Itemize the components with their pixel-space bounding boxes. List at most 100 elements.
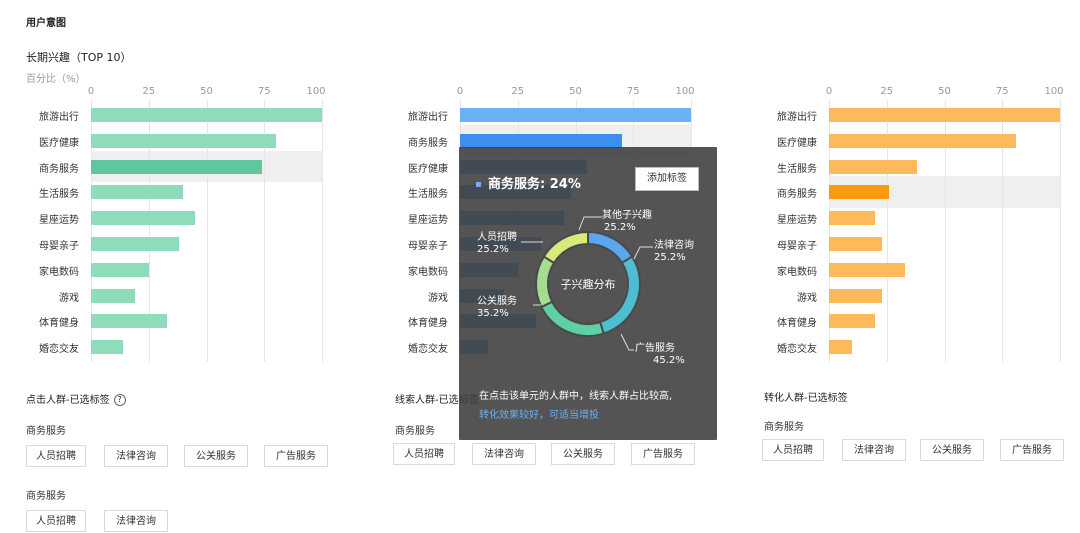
bar[interactable] <box>460 133 622 148</box>
category-label: 家电数码 <box>39 266 79 278</box>
bar[interactable] <box>91 159 262 174</box>
bar[interactable] <box>460 107 691 122</box>
interest-tooltip: 商务服务: 24% 添加标签 子兴趣分布 其他子兴趣 25.2% 法律咨询 25.2… <box>459 147 717 440</box>
tooltip-desc-2: 转化效果较好，可适当增投 <box>479 410 599 421</box>
bar[interactable] <box>91 236 179 251</box>
category-label: 商务服务 <box>39 163 79 175</box>
category-label: 体育健身 <box>408 318 448 330</box>
help-icon[interactable]: ? <box>113 394 126 406</box>
donut-label-ad-name: 广告服务 <box>635 343 675 354</box>
bar[interactable] <box>829 159 917 174</box>
lead-tag-recruit[interactable]: 人员招聘 <box>393 443 455 465</box>
convert-group-label: 商务服务 <box>764 422 804 433</box>
gridline <box>322 100 323 362</box>
category-label: 医疗健康 <box>39 137 79 149</box>
donut-label-other-pct: 25.2% <box>604 222 636 233</box>
bar[interactable] <box>829 236 883 251</box>
donut-slice[interactable] <box>540 300 605 337</box>
donut-label-legal: 法律咨询 25.2% <box>654 240 694 264</box>
category-label: 生活服务 <box>777 163 817 175</box>
donut-leader-line <box>633 246 653 260</box>
chart-unit-label: 百分比（%） <box>26 74 86 85</box>
bar[interactable] <box>91 262 149 277</box>
bar[interactable] <box>91 185 184 200</box>
category-label: 旅游出行 <box>39 111 79 123</box>
bar[interactable] <box>829 288 883 303</box>
click-tag-legal-2[interactable]: 法律咨询 <box>104 510 168 532</box>
x-tick-label: 75 <box>626 86 640 97</box>
convert-tag-ad[interactable]: 广告服务 <box>1000 439 1064 461</box>
bar[interactable] <box>91 133 276 148</box>
x-tick-label: 100 <box>1044 86 1064 97</box>
bar[interactable] <box>829 185 890 200</box>
click-tag-legal[interactable]: 法律咨询 <box>104 445 168 467</box>
x-tick-label: 75 <box>257 86 271 97</box>
x-tick-label: 100 <box>675 86 695 97</box>
donut-label-other: 其他子兴趣 25.2% <box>602 210 652 234</box>
lead-tag-legal[interactable]: 法律咨询 <box>472 443 536 465</box>
chart-subtitle: 长期兴趣（TOP 10） <box>26 51 132 64</box>
bar[interactable] <box>91 340 124 355</box>
donut-slice[interactable] <box>598 255 641 335</box>
donut-slice[interactable] <box>542 230 589 265</box>
donut-slice[interactable] <box>587 230 634 265</box>
bar[interactable] <box>829 340 853 355</box>
click-tag-recruit[interactable]: 人员招聘 <box>26 445 86 467</box>
x-tick-label: 50 <box>200 86 213 97</box>
donut-label-recruit-pct: 25.2% <box>477 244 509 255</box>
donut-slice[interactable] <box>535 255 556 309</box>
click-tag-pr[interactable]: 公关服务 <box>184 445 248 467</box>
x-tick-label: 0 <box>456 86 464 97</box>
category-label: 婚恋交友 <box>39 344 79 356</box>
bar[interactable] <box>91 314 168 329</box>
bar[interactable] <box>829 314 876 329</box>
lead-group-label: 商务服务 <box>395 426 435 437</box>
category-label: 游戏 <box>797 292 817 304</box>
category-label: 医疗健康 <box>777 137 817 149</box>
x-tick-label: 25 <box>142 86 156 97</box>
bar[interactable] <box>91 211 195 226</box>
click-section-title: 点击人群-已选标签? <box>26 391 126 406</box>
category-label: 家电数码 <box>777 266 817 278</box>
bar[interactable] <box>91 288 135 303</box>
convert-tag-pr[interactable]: 公关服务 <box>920 439 984 461</box>
convert-tag-recruit[interactable]: 人员招聘 <box>762 439 824 461</box>
category-label: 体育健身 <box>777 318 817 330</box>
donut-label-ad-pct: 45.2% <box>653 355 685 366</box>
convert-tag-legal[interactable]: 法律咨询 <box>842 439 906 461</box>
donut-label-other-name: 其他子兴趣 <box>602 210 652 221</box>
donut-label-pr-pct: 35.2% <box>477 308 509 319</box>
x-tick-label: 25 <box>880 86 894 97</box>
bar[interactable] <box>829 211 876 226</box>
category-label: 商务服务 <box>408 137 448 149</box>
category-label: 游戏 <box>428 292 448 304</box>
gridline <box>1060 100 1061 362</box>
bar[interactable] <box>829 107 1060 122</box>
donut-label-pr-name: 公关服务 <box>477 296 517 307</box>
x-tick-label: 0 <box>87 86 95 97</box>
category-label: 星座运势 <box>777 215 817 227</box>
category-label: 体育健身 <box>39 318 79 330</box>
category-label: 游戏 <box>59 292 79 304</box>
x-tick-label: 50 <box>938 86 951 97</box>
category-label: 家电数码 <box>408 266 448 278</box>
bar[interactable] <box>91 107 322 122</box>
click-tag-recruit-2[interactable]: 人员招聘 <box>26 510 86 532</box>
category-label: 生活服务 <box>39 189 79 201</box>
lead-tag-ad[interactable]: 广告服务 <box>631 443 695 465</box>
x-tick-label: 50 <box>569 86 582 97</box>
x-tick-label: 0 <box>825 86 833 97</box>
click-tag-ad[interactable]: 广告服务 <box>264 445 328 467</box>
donut-label-recruit-name: 人员招聘 <box>477 232 517 243</box>
category-label: 生活服务 <box>408 189 448 201</box>
category-label: 婚恋交友 <box>408 344 448 356</box>
category-label: 星座运势 <box>39 215 79 227</box>
donut-label-legal-pct: 25.2% <box>654 252 686 263</box>
category-label: 星座运势 <box>408 215 448 227</box>
convert-interest-chart: 0 25 50 75 100 旅游出行 医疗健康 生活服务 商务服务 星座运势 母婴亲子 家电数码 游戏… <box>752 86 1064 362</box>
click-interest-chart: 0 25 50 75 100 旅游出行 医疗健康 商务服务 生活服务 星座运势 母婴亲子 家电数码 游戏… <box>14 86 326 362</box>
bar[interactable] <box>829 133 1017 148</box>
bar[interactable] <box>829 262 906 277</box>
donut-leader-line <box>578 216 602 231</box>
lead-tag-pr[interactable]: 公关服务 <box>551 443 615 465</box>
